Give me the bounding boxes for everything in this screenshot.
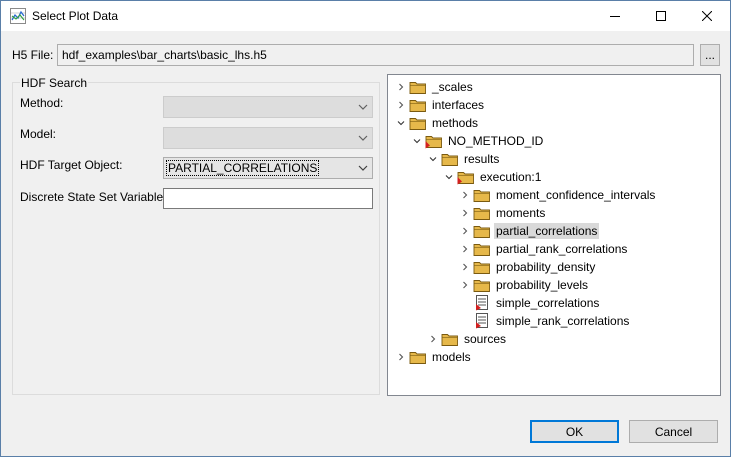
select-plot-data-dialog: Select Plot Data H5 File: hdf_examples\b… bbox=[0, 0, 731, 457]
chevron-right-icon[interactable] bbox=[457, 276, 473, 294]
tree-node-label: simple_rank_correlations bbox=[496, 314, 630, 328]
chevron-down-icon bbox=[358, 104, 368, 110]
tree-node-label: models bbox=[432, 350, 471, 364]
folder-icon bbox=[473, 205, 491, 221]
tree-node-label: probability_levels bbox=[496, 278, 589, 292]
folder-tagged-icon bbox=[457, 169, 475, 185]
minimize-button[interactable] bbox=[592, 1, 638, 31]
folder-icon bbox=[473, 259, 491, 275]
tree-node[interactable]: moment_confidence_intervals bbox=[457, 186, 657, 204]
close-icon bbox=[702, 11, 712, 21]
tree-node[interactable]: models bbox=[393, 348, 473, 366]
chevron-down-icon bbox=[358, 135, 368, 141]
tree-node-label: simple_correlations bbox=[496, 296, 600, 310]
target-object-label: HDF Target Object: bbox=[20, 158, 123, 172]
tree-node-label: execution:1 bbox=[480, 170, 542, 184]
close-button[interactable] bbox=[684, 1, 730, 31]
chevron-right-icon[interactable] bbox=[393, 96, 409, 114]
tree-node[interactable]: interfaces bbox=[393, 96, 486, 114]
chevron-right-icon[interactable] bbox=[425, 330, 441, 348]
tree-node[interactable]: probability_levels bbox=[457, 276, 590, 294]
chevron-down-icon[interactable] bbox=[425, 150, 441, 168]
tree-node-label: moment_confidence_intervals bbox=[496, 188, 656, 202]
discrete-state-input[interactable] bbox=[163, 188, 373, 209]
target-object-select[interactable]: PARTIAL_CORRELATIONS bbox=[163, 157, 373, 179]
tree-node-label: interfaces bbox=[432, 98, 485, 112]
tree-node[interactable]: sources bbox=[425, 330, 508, 348]
tree-node[interactable]: moments bbox=[457, 204, 547, 222]
chevron-right-icon[interactable] bbox=[393, 348, 409, 366]
tree-node-label: results bbox=[464, 152, 500, 166]
method-label: Method: bbox=[20, 96, 64, 110]
folder-tagged-icon bbox=[425, 133, 443, 149]
chevron-right-icon[interactable] bbox=[457, 204, 473, 222]
tree-node[interactable]: simple_rank_correlations bbox=[457, 312, 631, 330]
tree-node-label: _scales bbox=[432, 80, 473, 94]
maximize-icon bbox=[656, 11, 666, 21]
target-object-value: PARTIAL_CORRELATIONS bbox=[166, 160, 320, 176]
chevron-down-icon bbox=[358, 165, 368, 171]
tree-node[interactable]: partial_correlations bbox=[457, 222, 600, 240]
tree-node[interactable]: simple_correlations bbox=[457, 294, 601, 312]
folder-icon bbox=[473, 223, 491, 239]
chevron-down-icon[interactable] bbox=[393, 114, 409, 132]
tree-node[interactable]: NO_METHOD_ID bbox=[409, 132, 545, 150]
method-select[interactable] bbox=[163, 96, 373, 118]
tree-node-label: probability_density bbox=[496, 260, 596, 274]
folder-icon bbox=[441, 151, 459, 167]
chevron-right-icon[interactable] bbox=[457, 222, 473, 240]
folder-icon bbox=[441, 331, 459, 347]
dataset-icon bbox=[473, 313, 491, 329]
hdf-search-title: HDF Search bbox=[20, 76, 89, 90]
folder-icon bbox=[409, 349, 427, 365]
chart-app-icon bbox=[10, 8, 26, 24]
discrete-state-label: Discrete State Set Variable: bbox=[20, 190, 167, 204]
maximize-button[interactable] bbox=[638, 1, 684, 31]
ok-button[interactable]: OK bbox=[530, 420, 619, 443]
tree-node-label: partial_correlations bbox=[494, 223, 600, 239]
hdf-tree-view[interactable]: _scales interfaces methods NO_METHOD_IDresu… bbox=[387, 74, 721, 396]
minimize-icon bbox=[610, 16, 620, 17]
title-bar: Select Plot Data bbox=[1, 1, 730, 31]
folder-icon bbox=[473, 187, 491, 203]
folder-icon bbox=[409, 115, 427, 131]
tree-node-label: partial_rank_correlations bbox=[496, 242, 628, 256]
tree-node-label: methods bbox=[432, 116, 479, 130]
chevron-right-icon[interactable] bbox=[393, 78, 409, 96]
folder-icon bbox=[409, 79, 427, 95]
folder-icon bbox=[409, 97, 427, 113]
model-label: Model: bbox=[20, 127, 57, 141]
folder-icon bbox=[473, 241, 491, 257]
chevron-right-icon[interactable] bbox=[457, 186, 473, 204]
tree-node-label: moments bbox=[496, 206, 546, 220]
tree-node-label: NO_METHOD_ID bbox=[448, 134, 544, 148]
tree-node[interactable]: results bbox=[425, 150, 501, 168]
browse-button[interactable]: ... bbox=[700, 44, 720, 66]
h5-file-label: H5 File: bbox=[12, 48, 54, 62]
tree-node[interactable]: probability_density bbox=[457, 258, 597, 276]
chevron-down-icon[interactable] bbox=[409, 132, 425, 150]
chevron-right-icon[interactable] bbox=[457, 240, 473, 258]
tree-node-label: sources bbox=[464, 332, 507, 346]
window-title: Select Plot Data bbox=[32, 9, 119, 23]
tree-node[interactable]: _scales bbox=[393, 78, 475, 96]
model-select[interactable] bbox=[163, 127, 373, 149]
tree-node[interactable]: partial_rank_correlations bbox=[457, 240, 629, 258]
chevron-right-icon[interactable] bbox=[457, 258, 473, 276]
tree-node[interactable]: methods bbox=[393, 114, 480, 132]
tree-node[interactable]: execution:1 bbox=[441, 168, 543, 186]
cancel-button[interactable]: Cancel bbox=[629, 420, 718, 443]
dataset-icon bbox=[473, 295, 491, 311]
h5-file-path-field[interactable]: hdf_examples\bar_charts\basic_lhs.h5 bbox=[57, 44, 694, 66]
folder-icon bbox=[473, 277, 491, 293]
chevron-down-icon[interactable] bbox=[441, 168, 457, 186]
